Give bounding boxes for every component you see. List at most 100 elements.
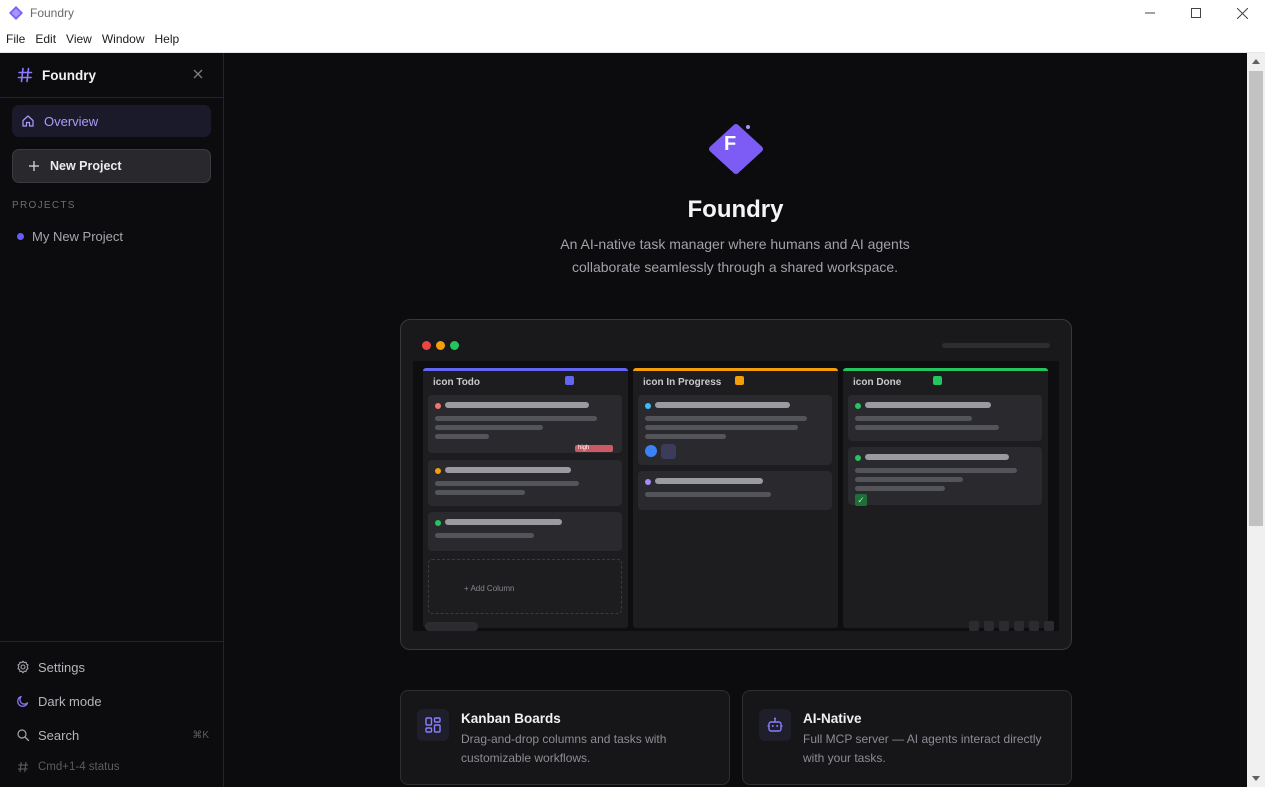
preview-url-bar xyxy=(942,343,1050,348)
hash-icon xyxy=(18,761,28,773)
hash-icon xyxy=(17,67,33,83)
maximize-icon xyxy=(1191,8,1201,18)
card-title-line xyxy=(865,402,991,408)
window-title: Foundry xyxy=(30,6,75,20)
priority-dot xyxy=(855,455,861,461)
sidebar-item-label: Overview xyxy=(44,113,99,129)
preview-card xyxy=(638,471,832,510)
main-scrollbar[interactable] xyxy=(1247,53,1265,787)
scroll-down-icon xyxy=(1252,776,1260,781)
feature-description: Drag-and-drop columns and tasks with cus… xyxy=(461,732,667,765)
search-icon xyxy=(17,729,30,742)
app-logo-icon xyxy=(8,5,24,21)
feature-title: AI-Native xyxy=(803,711,862,726)
preview-column-in-progress: icon In Progress xyxy=(633,368,838,628)
window-controls xyxy=(1127,0,1265,26)
feature-description: Full MCP server — AI agents interact dir… xyxy=(803,732,1042,765)
preview-card: ✓ xyxy=(848,447,1042,506)
maximize-button[interactable] xyxy=(1173,0,1219,26)
column-color-bar xyxy=(423,368,628,371)
column-badge xyxy=(933,376,942,385)
column-color-bar xyxy=(633,368,838,371)
home-icon xyxy=(22,115,34,127)
dark-mode-toggle[interactable]: Dark mode xyxy=(16,691,211,711)
card-text-line xyxy=(855,486,945,491)
preview-card xyxy=(848,395,1042,441)
preview-column-done: icon Done ✓ xyxy=(843,368,1048,628)
menu-edit[interactable]: Edit xyxy=(35,32,62,46)
plus-icon xyxy=(29,161,39,171)
card-title-line xyxy=(655,478,763,484)
search-shortcut: ⌘K xyxy=(192,729,209,741)
preview-card: high xyxy=(428,395,622,453)
new-project-label: New Project xyxy=(50,159,122,173)
priority-tag: high xyxy=(575,445,613,452)
app-preview: icon Todo high + Add Column icon In Prog… xyxy=(400,319,1072,650)
preview-footer-square xyxy=(1029,621,1039,631)
column-badge xyxy=(565,376,574,385)
menu-view[interactable]: View xyxy=(66,32,98,46)
menu-help[interactable]: Help xyxy=(155,32,186,46)
column-title: icon In Progress xyxy=(643,377,722,388)
settings-item[interactable]: Settings xyxy=(16,657,211,677)
menu-file[interactable]: File xyxy=(6,32,31,46)
menu-bar: File Edit View Window Help xyxy=(0,26,1265,53)
search-item[interactable]: Search ⌘K xyxy=(16,725,211,745)
menu-window[interactable]: Window xyxy=(102,32,151,46)
preview-column-todo: icon Todo high + Add Column xyxy=(423,368,628,628)
scroll-down-button[interactable] xyxy=(1247,770,1265,787)
preview-footer-square xyxy=(984,621,994,631)
hero-logo-letter: F xyxy=(724,133,737,155)
sidebar-project-item[interactable]: My New Project xyxy=(12,225,211,247)
card-text-line xyxy=(645,416,807,421)
traffic-yellow-dot xyxy=(436,341,445,350)
priority-dot xyxy=(435,520,441,526)
column-title: icon Done xyxy=(853,377,902,388)
status-hint-label: Cmd+1-4 status xyxy=(38,761,120,773)
column-badge xyxy=(735,376,744,385)
close-window-icon xyxy=(1236,7,1248,19)
minimize-button[interactable] xyxy=(1127,0,1173,26)
scroll-up-button[interactable] xyxy=(1247,53,1265,70)
card-text-line xyxy=(855,425,999,430)
close-sidebar-icon[interactable] xyxy=(192,68,204,80)
feature-title: Kanban Boards xyxy=(461,711,561,726)
kanban-icon xyxy=(417,709,449,741)
card-text-line xyxy=(435,490,525,495)
card-text-line xyxy=(645,492,771,497)
close-window-button[interactable] xyxy=(1219,0,1265,26)
preview-footer-pill xyxy=(425,622,478,631)
new-project-button[interactable]: New Project xyxy=(12,149,211,183)
feature-card-kanban: Kanban Boards Drag-and-drop columns and … xyxy=(400,690,730,785)
card-title-line xyxy=(445,402,589,408)
card-title-line xyxy=(445,467,571,473)
scroll-thumb[interactable] xyxy=(1249,71,1263,526)
moon-icon xyxy=(17,695,29,707)
card-title-line xyxy=(865,454,1009,460)
card-text-line xyxy=(435,434,489,439)
sidebar-item-overview[interactable]: Overview xyxy=(12,105,211,137)
preview-card xyxy=(428,460,622,506)
agent-chip xyxy=(661,444,676,459)
traffic-green-dot xyxy=(450,341,459,350)
project-color-dot xyxy=(17,232,24,240)
priority-dot xyxy=(435,403,441,409)
traffic-red-dot xyxy=(422,341,431,350)
add-column-label: + Add Column xyxy=(464,584,515,593)
feature-card-ai-native: AI-Native Full MCP server — AI agents in… xyxy=(742,690,1072,785)
search-label: Search xyxy=(38,727,80,743)
main-content: F Foundry An AI-native task manager wher… xyxy=(224,53,1247,787)
card-text-line xyxy=(435,425,543,430)
title-bar: Foundry xyxy=(0,0,1265,26)
settings-label: Settings xyxy=(38,659,85,675)
preview-card xyxy=(428,512,622,551)
foundry-logo-icon xyxy=(709,124,763,174)
dark-mode-label: Dark mode xyxy=(38,693,102,709)
column-title: icon Todo xyxy=(433,377,481,388)
gear-icon xyxy=(17,660,29,674)
card-text-line xyxy=(645,425,798,430)
projects-heading: PROJECTS xyxy=(12,200,76,211)
card-text-line xyxy=(435,533,534,538)
priority-dot xyxy=(645,479,651,485)
hero-title: Foundry xyxy=(687,196,784,223)
